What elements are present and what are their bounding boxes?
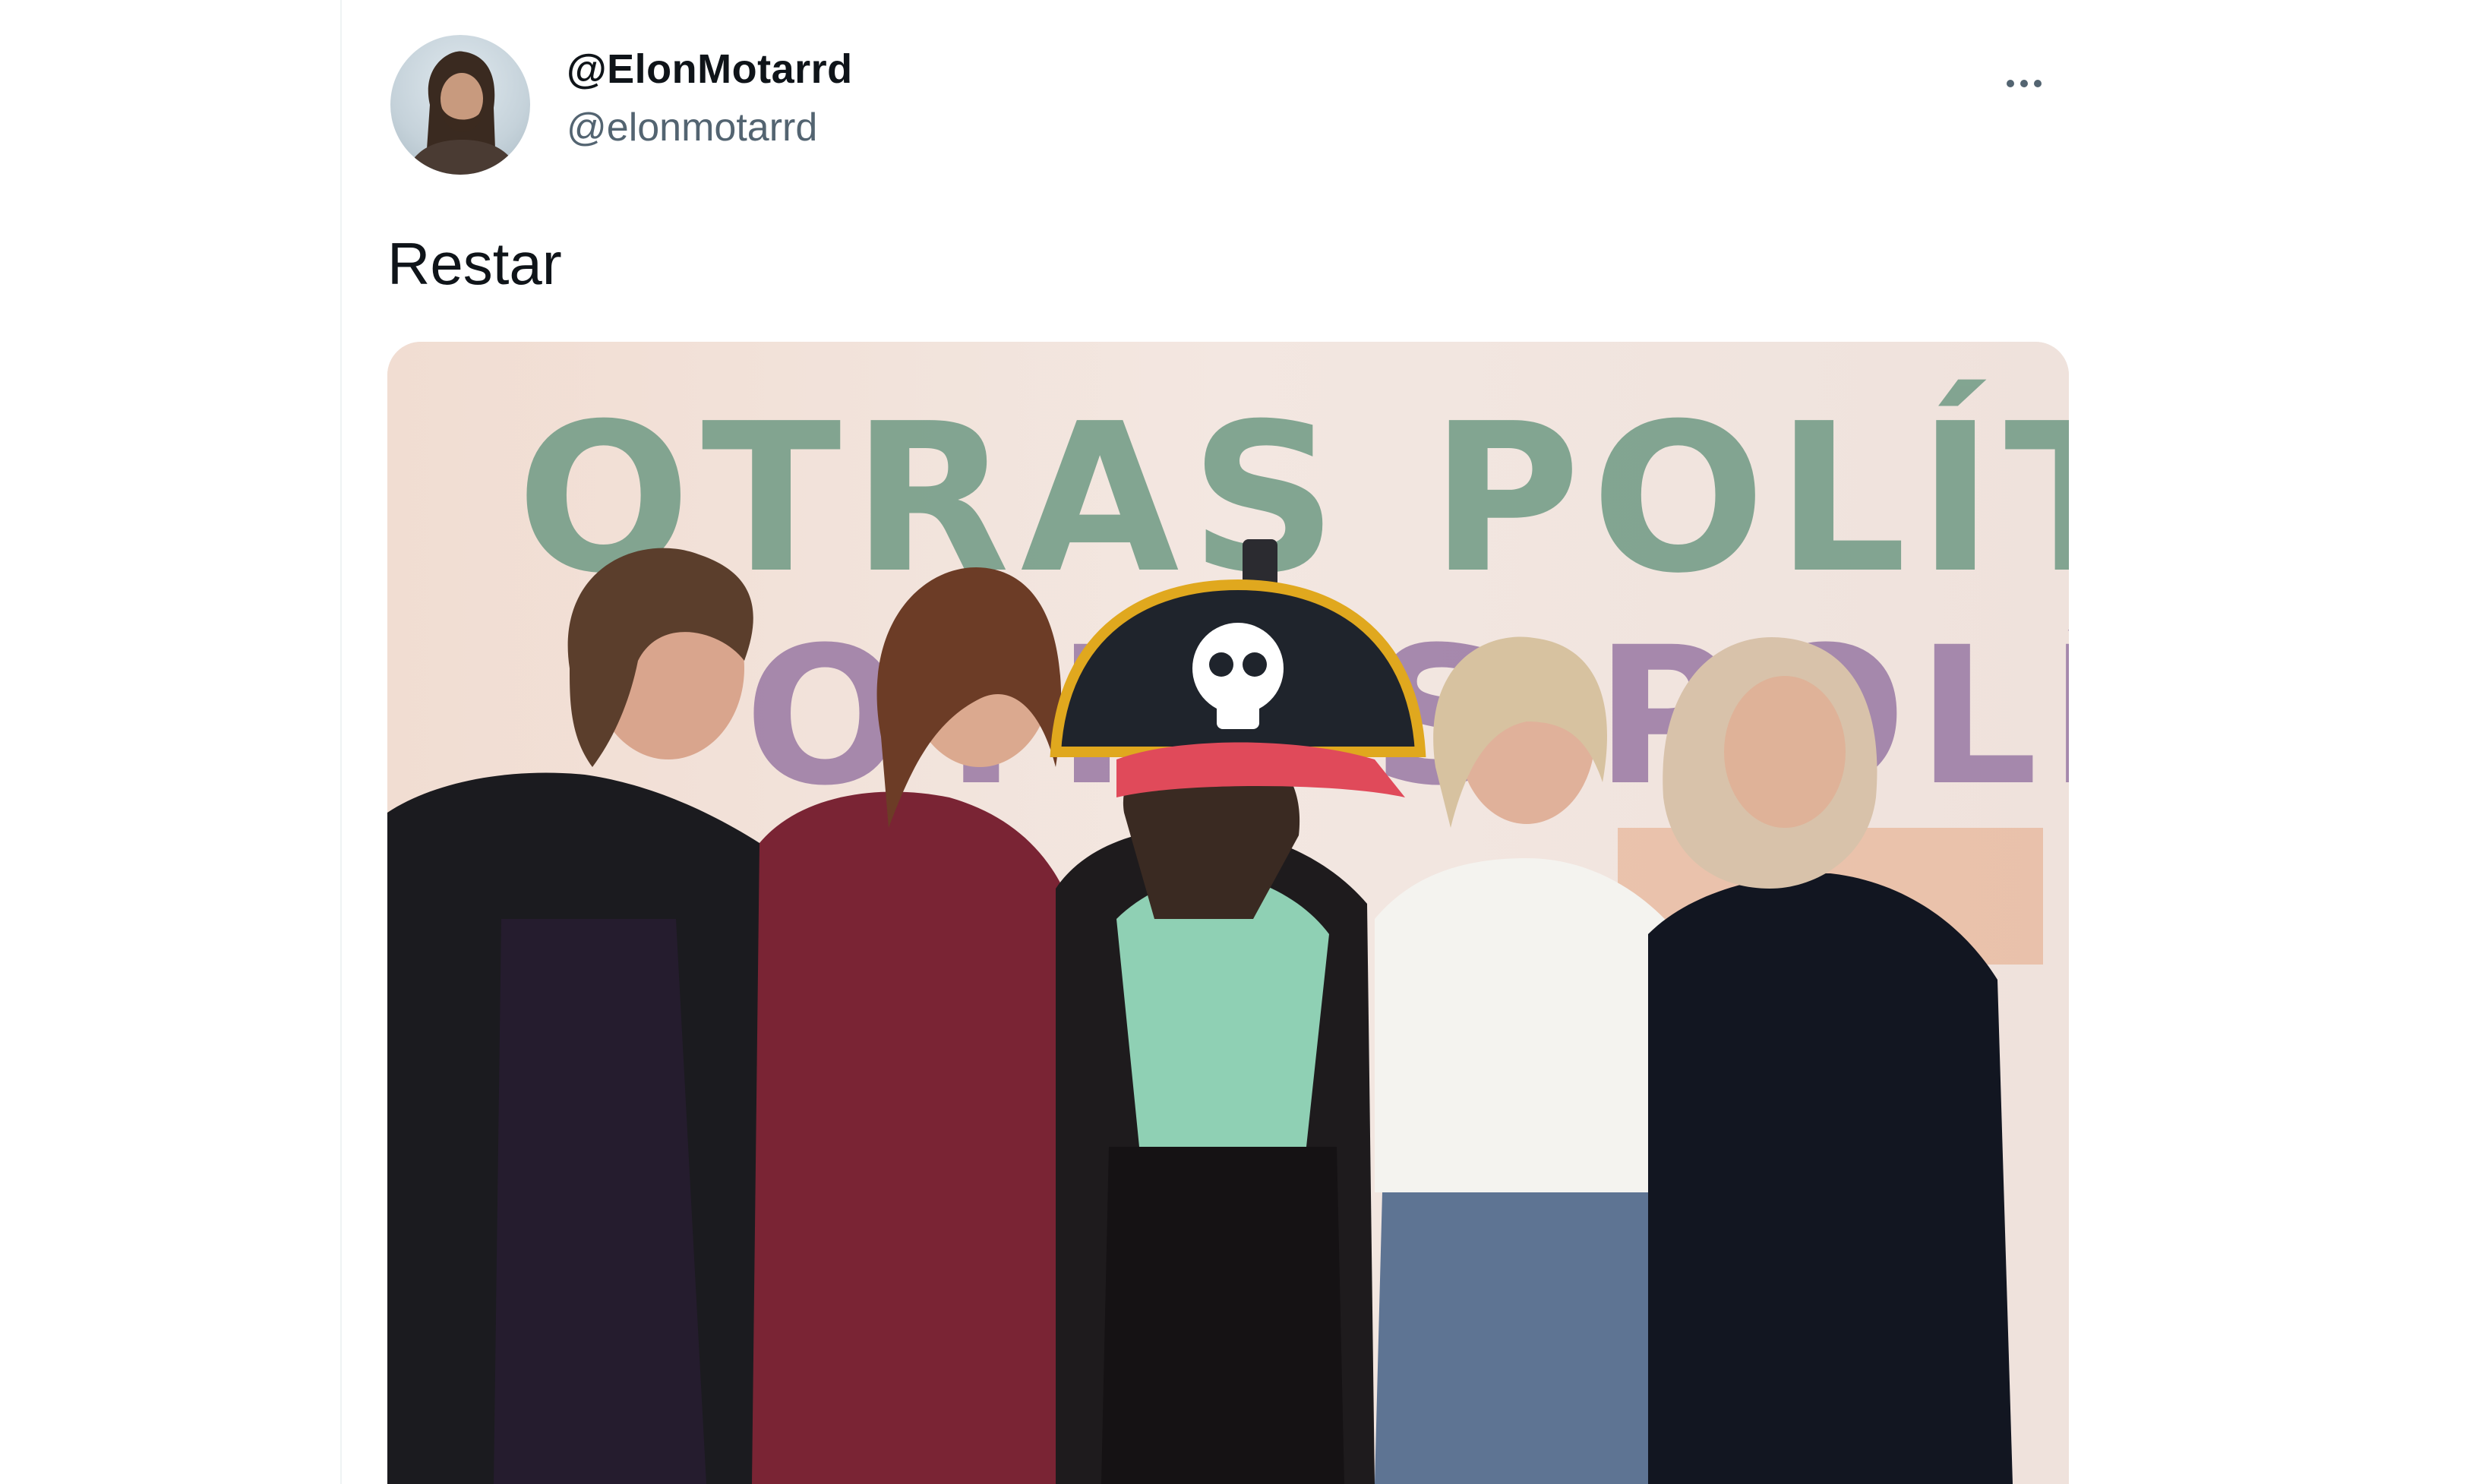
more-options-button[interactable] [1982,53,2066,114]
user-handle[interactable]: @elonmotarrd [567,105,817,150]
avatar[interactable] [390,35,530,175]
tweet-card[interactable]: @ElonMotarrd @elonmotarrd Restar OTRAS P… [387,30,2081,1484]
more-horizontal-icon-dot [2034,80,2042,87]
display-name[interactable]: @ElonMotarrd [567,46,853,93]
timeline-divider [340,0,342,1484]
more-horizontal-icon-dot [2020,80,2028,87]
tweet-text: Restar [387,230,562,297]
avatar-image [406,51,519,175]
photo-scene: OTRAS POLÍTICAS OTRAS POLÍTICAS [387,342,2069,1484]
more-horizontal-icon [2007,80,2014,87]
person-3 [1050,539,1426,1484]
tweet-photo[interactable]: OTRAS POLÍTICAS OTRAS POLÍTICAS [387,342,2069,1484]
banner-text-line-1: OTRAS POLÍTICAS [516,377,2069,618]
